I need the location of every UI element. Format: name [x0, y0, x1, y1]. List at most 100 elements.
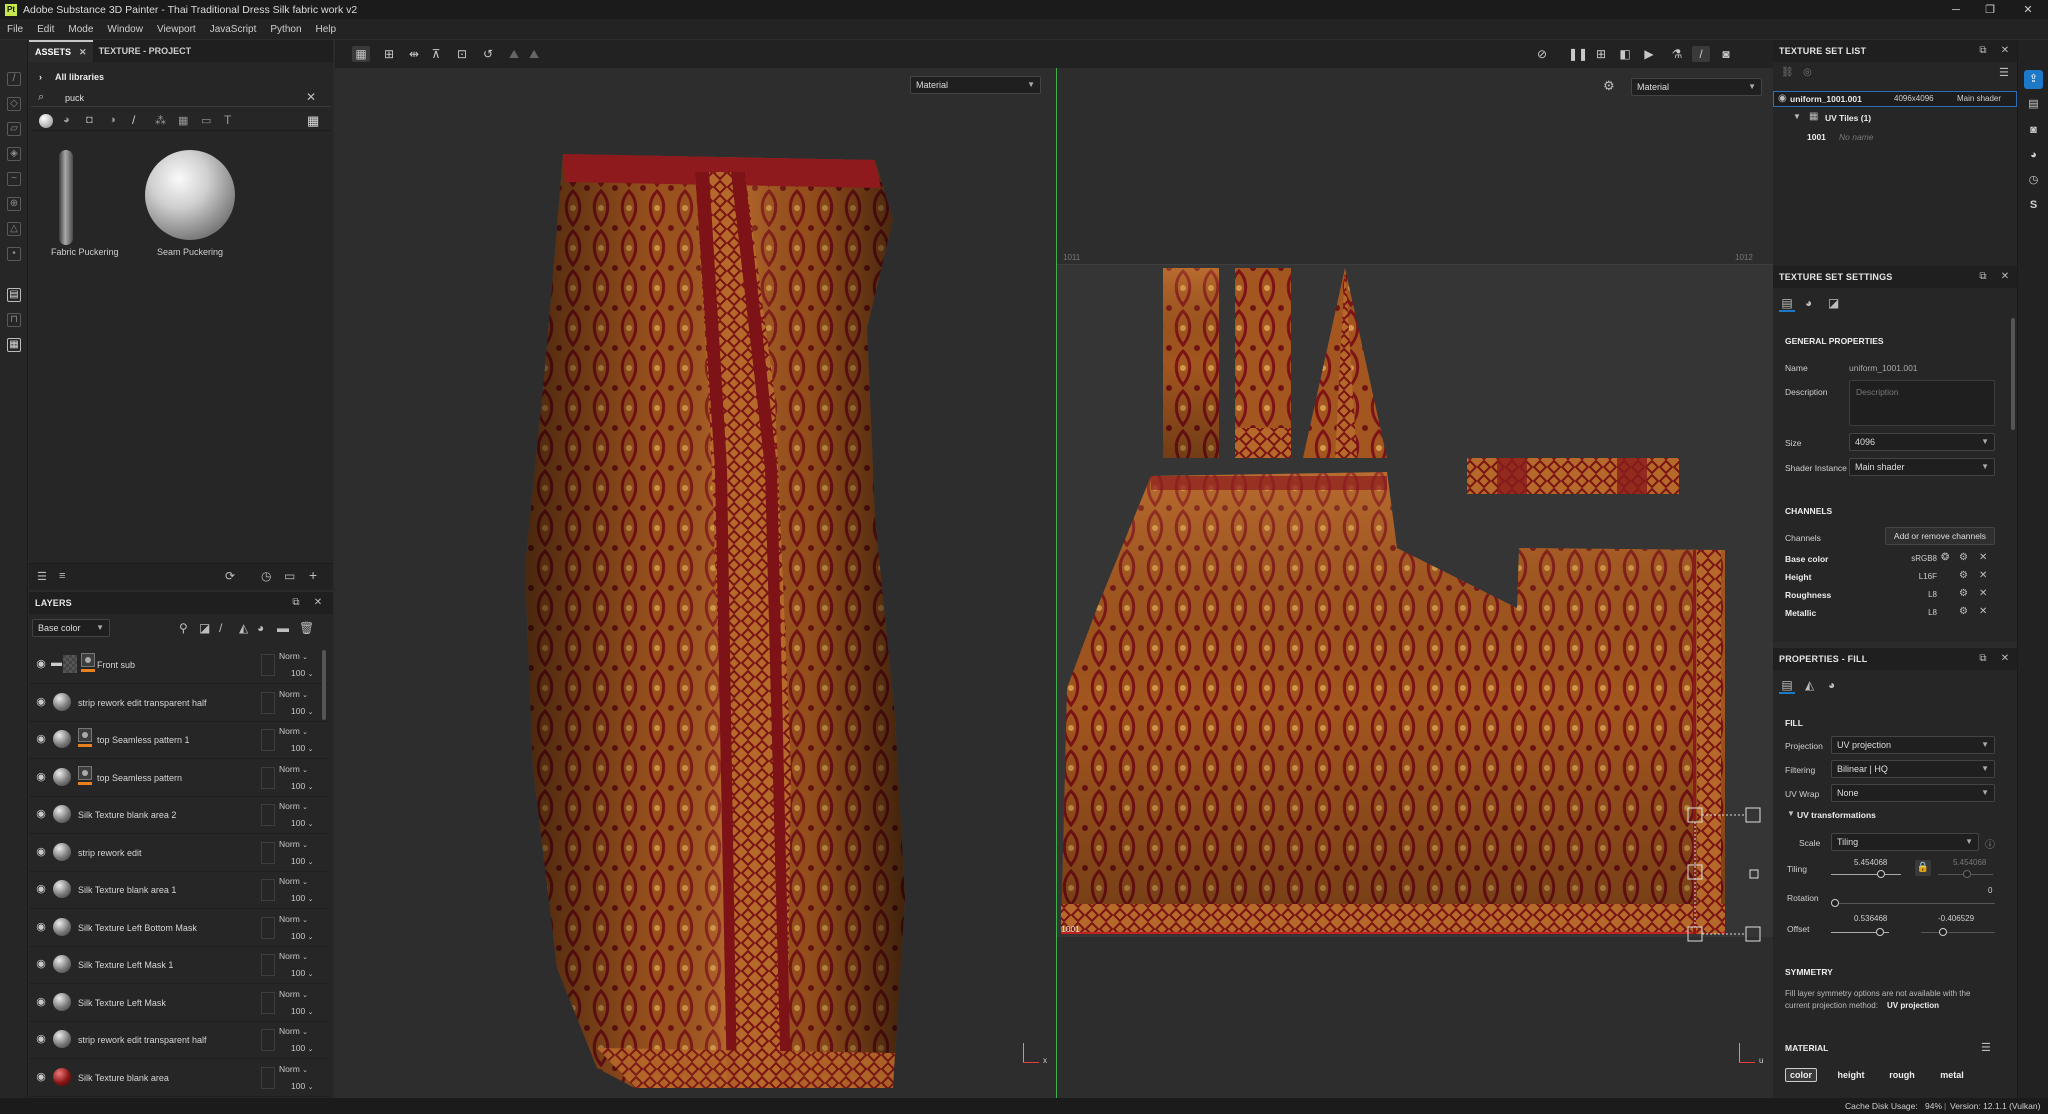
layer-row[interactable]: ◉ top Seamless pattern Norm ⌄ 100 ⌄: [29, 760, 329, 797]
undock-icon[interactable]: ⧉: [1976, 44, 1990, 58]
geometry-mask-icon[interactable]: ◈: [7, 147, 21, 161]
shader-tab-icon[interactable]: ◕: [1805, 296, 1812, 310]
text-filter-icon[interactable]: T: [224, 113, 231, 127]
frame-icon[interactable]: ⊡: [453, 46, 471, 62]
settings-scrollbar[interactable]: [2011, 318, 2015, 430]
clear-search-icon[interactable]: ✕: [306, 90, 316, 104]
eye-icon[interactable]: ◉: [34, 957, 48, 971]
smudge-icon[interactable]: ~: [7, 172, 21, 186]
close-icon[interactable]: ✕: [1979, 552, 1987, 563]
close-icon[interactable]: ✕: [1979, 606, 1987, 617]
opacity-value[interactable]: 100 ⌄: [291, 818, 313, 828]
viewport-2d-mode-select[interactable]: Material ▼: [1631, 78, 1762, 96]
channel-row[interactable]: Base color sRGB8 ❂ ⚙ ✕: [1773, 550, 2017, 568]
brushes-filter-icon[interactable]: /: [132, 113, 135, 127]
menu-file[interactable]: File: [0, 24, 30, 35]
eye-icon[interactable]: ◉: [34, 882, 48, 896]
substance-icon[interactable]: S: [2026, 198, 2041, 213]
close-tab-icon[interactable]: ✕: [79, 47, 87, 58]
eraser-icon[interactable]: ◇: [7, 97, 21, 111]
layer-row[interactable]: ◉ Silk Texture blank area 2 Norm ⌄ 100 ⌄: [29, 797, 329, 834]
rotation-slider[interactable]: [1831, 899, 1839, 907]
tiling-u-track[interactable]: [1831, 874, 1901, 875]
undock-icon[interactable]: ⧉: [1976, 270, 1990, 284]
menu-edit[interactable]: Edit: [30, 24, 61, 35]
projection-select[interactable]: UV projection ▼: [1831, 736, 1995, 754]
tiling-u-value[interactable]: 5.454068: [1854, 858, 1887, 867]
eye-icon[interactable]: ◉: [1778, 93, 1787, 104]
layers-dock-icon[interactable]: ▤: [2026, 97, 2041, 112]
rotation-track[interactable]: [1831, 903, 1995, 904]
eye-icon[interactable]: ◉: [34, 1070, 48, 1084]
viewport-2d[interactable]: 1011 1012 1001 ⚙ Material ▼ u: [1057, 68, 1773, 1098]
opacity-value[interactable]: 100 ⌄: [291, 968, 313, 978]
opacity-value[interactable]: 100 ⌄: [291, 706, 313, 716]
clone-icon[interactable]: ⊕: [7, 197, 21, 211]
blend-mode-select[interactable]: Norm ⌄: [279, 989, 308, 999]
info-icon[interactable]: ⓘ: [1985, 836, 1995, 851]
blend-mode-select[interactable]: Norm ⌄: [279, 651, 308, 661]
add-fill-layer-icon[interactable]: ◭: [239, 621, 248, 635]
opacity-value[interactable]: 100 ⌄: [291, 893, 313, 903]
opacity-value[interactable]: 100 ⌄: [291, 856, 313, 866]
layer-row[interactable]: ◉ top Seamless pattern 1 Norm ⌄ 100 ⌄: [29, 722, 329, 759]
sort-icon[interactable]: ≡: [59, 570, 65, 582]
material-chip-metal[interactable]: metal: [1935, 1068, 1969, 1082]
channel-row[interactable]: Height L16F ⚙ ✕: [1773, 568, 2017, 586]
settings-menu-icon[interactable]: ☰: [1999, 66, 2009, 79]
cube-icon[interactable]: ◧: [1616, 46, 1634, 62]
opacity-value[interactable]: 100 ⌄: [291, 668, 313, 678]
grid-view-icon[interactable]: ▦: [307, 113, 319, 129]
add-paint-layer-icon[interactable]: /: [219, 621, 222, 635]
share-icon[interactable]: ⇪: [2024, 70, 2043, 89]
search-input[interactable]: puck: [65, 93, 84, 103]
tab-texture-project[interactable]: TEXTURE - PROJECT: [93, 40, 198, 62]
camera-mode-icon[interactable]: ⊞: [1592, 46, 1610, 62]
layer-row[interactable]: ◉ strip rework edit transparent half Norm …: [29, 685, 329, 722]
uv-tiles-group[interactable]: UV Tiles (1): [1825, 113, 1871, 123]
offset-u-slider[interactable]: [1876, 928, 1884, 936]
offset-u-value[interactable]: 0.536468: [1854, 914, 1887, 923]
eye-icon[interactable]: ◉: [34, 732, 48, 746]
texture-set-row[interactable]: ◉ uniform_1001.001 4096x4096 Main shader: [1773, 91, 2017, 107]
projection-icon[interactable]: ▱: [7, 122, 21, 136]
tile-view-icon[interactable]: ⊞: [380, 46, 398, 62]
refresh-icon[interactable]: ⟳: [225, 569, 235, 583]
layer-row[interactable]: ◉ Silk Texture Left Bottom Mask Norm ⌄ 100 …: [29, 910, 329, 947]
eye-icon[interactable]: ◉: [34, 807, 48, 821]
shader-dock-icon[interactable]: ◕: [2026, 148, 2041, 163]
environment-filter-icon[interactable]: ▭: [201, 114, 211, 127]
scale-select[interactable]: Tiling ▼: [1831, 833, 1979, 851]
add-smart-material-icon[interactable]: ◕: [257, 621, 264, 635]
eye-icon[interactable]: ◉: [34, 770, 48, 784]
add-folder-icon[interactable]: ▬: [277, 621, 289, 635]
opacity-value[interactable]: 100 ⌄: [291, 1006, 313, 1016]
filtering-select[interactable]: Bilinear | HQ ▼: [1831, 760, 1995, 778]
measure-icon[interactable]: ⊓: [7, 313, 21, 327]
chevron-right-icon[interactable]: ›: [39, 72, 42, 82]
video-camera-icon[interactable]: ▶: [1640, 46, 1658, 62]
layer-row[interactable]: ◉ strip rework edit Norm ⌄ 100 ⌄: [29, 835, 329, 872]
menu-window[interactable]: Window: [100, 24, 150, 35]
close-panel-icon[interactable]: ✕: [1998, 652, 2012, 666]
material-tab-icon[interactable]: ◕: [1828, 678, 1835, 692]
color-profile-icon[interactable]: ❂: [1941, 552, 1949, 563]
tiling-v-slider[interactable]: [1963, 870, 1971, 878]
masks-filter-icon[interactable]: ◘: [86, 114, 93, 126]
tiling-u-slider[interactable]: [1877, 870, 1885, 878]
shader-instance-select[interactable]: Main shader ▼: [1849, 458, 1995, 476]
size-select[interactable]: 4096 ▼: [1849, 433, 1995, 451]
add-remove-channels-button[interactable]: Add or remove channels: [1885, 527, 1995, 545]
material-chip-color[interactable]: color: [1785, 1068, 1817, 1082]
blend-mode-select[interactable]: Norm ⌄: [279, 1064, 308, 1074]
alphas-filter-icon[interactable]: ▦: [178, 114, 188, 127]
layer-mask-thumbnail[interactable]: [78, 728, 92, 742]
rotation-value[interactable]: 0: [1988, 886, 1992, 895]
delete-layer-icon[interactable]: 🗑: [299, 621, 314, 635]
bake-tab-icon[interactable]: ◪: [1828, 296, 1839, 310]
uv-wrap-select[interactable]: None ▼: [1831, 784, 1995, 802]
tiling-v-value[interactable]: 5.454068: [1953, 858, 1986, 867]
seam-puckering-thumbnail[interactable]: [145, 150, 235, 240]
layer-row[interactable]: ◉ ▬ Front sub Norm ⌄ 100 ⌄: [29, 647, 329, 684]
chevron-down-icon[interactable]: ▼: [1793, 112, 1801, 121]
